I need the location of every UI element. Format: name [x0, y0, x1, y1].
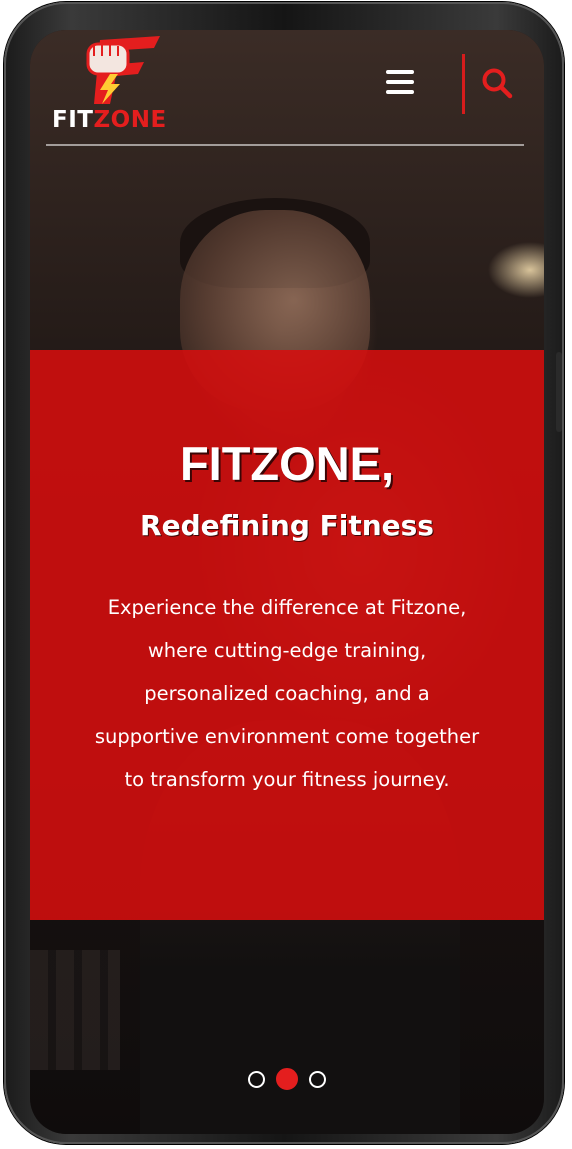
hamburger-menu-icon[interactable] [386, 70, 416, 98]
brand-name-fit: FIT [52, 107, 94, 133]
carousel-dot-1[interactable] [247, 1070, 265, 1088]
carousel-dot-2-active[interactable] [276, 1068, 298, 1090]
site-header: FITZONE [30, 30, 544, 150]
fist-lightning-icon [86, 36, 160, 104]
brand-logo[interactable]: FITZONE [52, 34, 182, 134]
gym-equipment-rack [30, 950, 120, 1070]
header-underline [46, 144, 524, 146]
carousel-dot-3[interactable] [309, 1070, 327, 1088]
brand-name-zone: ZONE [93, 107, 167, 133]
hero-subtitle: Redefining Fitness [140, 509, 434, 542]
phone-side-button [556, 352, 562, 432]
phone-frame: FITZONE FITZONE, Redefining Fitness Expe… [4, 2, 564, 1144]
phone-screen: FITZONE FITZONE, Redefining Fitness Expe… [30, 30, 544, 1134]
hero-title: FITZONE, [179, 437, 395, 490]
carousel-indicators [30, 1068, 544, 1092]
hero-description: Experience the difference at Fitzone, wh… [94, 596, 480, 791]
header-divider [462, 54, 465, 114]
brand-name: FITZONE [52, 106, 167, 134]
search-icon[interactable] [480, 66, 516, 102]
